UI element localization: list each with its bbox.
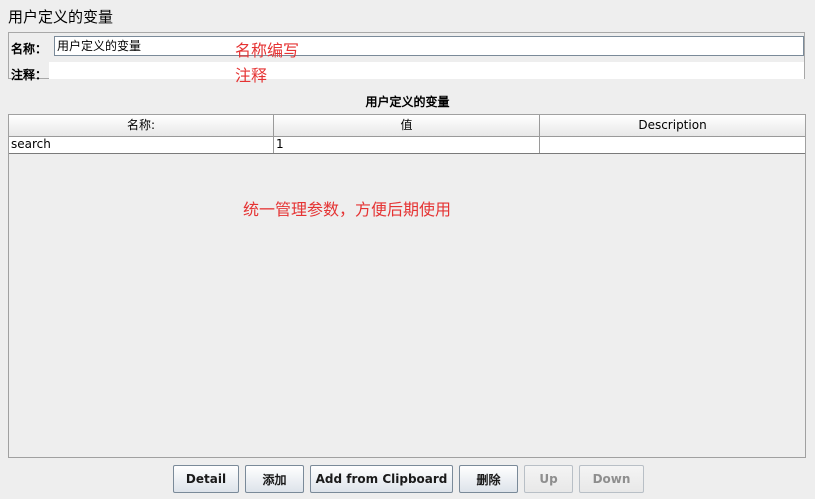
cell-name[interactable]: search [9, 137, 274, 153]
delete-button[interactable]: 删除 [459, 465, 518, 493]
table-title: 用户定义的变量 [365, 95, 450, 109]
page-title: 用户定义的变量 [8, 8, 114, 26]
name-input[interactable]: 用户定义的变量 [54, 36, 804, 56]
add-from-clipboard-button[interactable]: Add from Clipboard [310, 465, 453, 493]
comment-label: 注释： [11, 68, 48, 82]
detail-button[interactable]: Detail [173, 465, 239, 493]
up-button[interactable]: Up [524, 465, 573, 493]
column-header-description[interactable]: Description [540, 115, 805, 136]
table-header: 名称: 值 Description [9, 115, 805, 137]
name-annotation: 名称编写 [235, 41, 300, 60]
column-header-name[interactable]: 名称: [9, 115, 274, 136]
variables-table: 名称: 值 Description search 1 [8, 114, 806, 458]
comment-input[interactable] [49, 62, 804, 79]
cell-description[interactable] [540, 137, 805, 153]
table-annotation: 统一管理参数，方便后期使用 [243, 200, 452, 219]
name-comment-panel: 名称： 用户定义的变量 注释： [8, 32, 805, 82]
add-button[interactable]: 添加 [245, 465, 304, 493]
name-label: 名称： [11, 42, 48, 56]
column-header-value[interactable]: 值 [274, 115, 540, 136]
cell-value[interactable]: 1 [274, 137, 540, 153]
button-bar: Detail 添加 Add from Clipboard 删除 Up Down [173, 465, 644, 493]
table-row[interactable]: search 1 [9, 137, 805, 154]
down-button[interactable]: Down [579, 465, 644, 493]
comment-annotation: 注释 [235, 66, 268, 85]
